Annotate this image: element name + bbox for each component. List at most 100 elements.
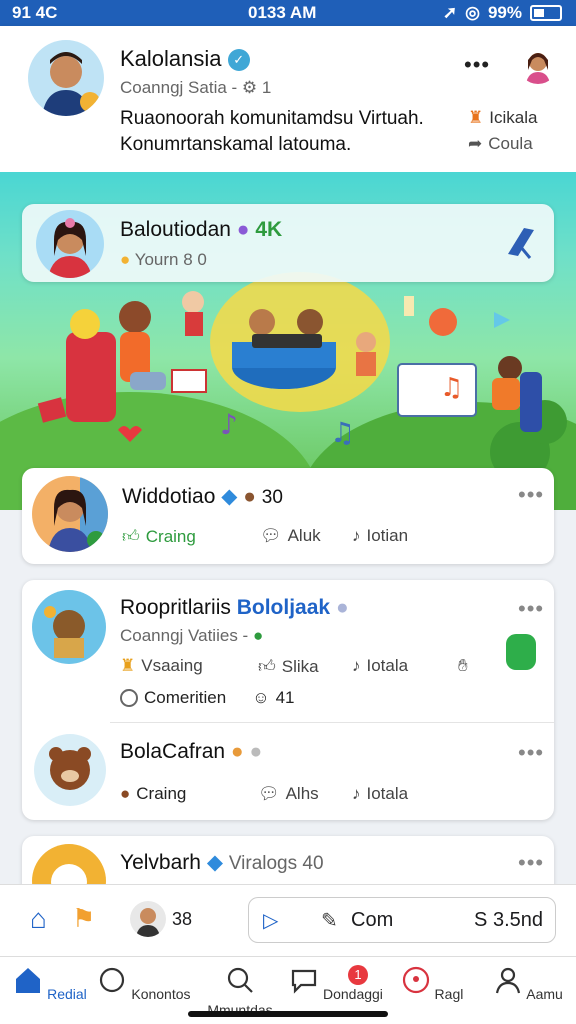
share-icon: ➦ <box>468 134 483 153</box>
post-1-more-icon[interactable]: ••• <box>518 482 544 508</box>
avatar-icon: ● <box>120 784 131 803</box>
location-icon: ➚ <box>442 3 458 22</box>
post-1-title: Widdotiao ◆ ● 30 <box>122 485 283 508</box>
megaphone-icon[interactable] <box>506 224 538 260</box>
user-avatar-small[interactable] <box>518 44 558 84</box>
mic-icon[interactable] <box>506 634 536 670</box>
trophy-icon: ♜ <box>120 656 136 675</box>
leaf-icon: ● <box>252 626 264 645</box>
contacts-icon <box>100 967 125 993</box>
smile-icon: ● <box>120 250 131 269</box>
status-bar: 91 4C 0133 AM ➚ ◎ 99% <box>0 0 576 26</box>
post-2-react-button[interactable]: ✋︎ <box>458 656 468 676</box>
tab-notifications[interactable]: Dondaggi 1 <box>288 965 384 1002</box>
thumbs-up-icon: 👍︎ <box>258 657 276 676</box>
verified-icon: ✓ <box>227 49 250 72</box>
wifi-icon: ◎ <box>465 3 480 22</box>
trophy-icon: ♜ <box>468 108 484 127</box>
play-icon: ▷ <box>263 910 279 932</box>
post-3-music-button[interactable]: ♪ Iotala <box>352 784 408 804</box>
post-1-like-button[interactable]: 👍︎ Craing <box>122 526 196 547</box>
side-action-2[interactable]: ➦ Coula <box>468 134 533 154</box>
featured-card[interactable]: Baloutiodan ● 4K ● Yourn 8 0 <box>22 204 554 282</box>
flag-icon[interactable]: ⚑ <box>72 903 95 934</box>
chat-bubble-icon <box>291 969 317 994</box>
tab-home[interactable]: Redial <box>2 965 98 1002</box>
post-4-title: Yelvbarh ◆ Viralogs 40 <box>120 851 324 874</box>
post-3-avatar[interactable] <box>34 734 106 806</box>
messenger-icon: ◆ <box>221 485 238 508</box>
featured-avatar[interactable] <box>36 210 104 278</box>
comment-icon: 💬︎ <box>260 526 282 545</box>
status-left: 91 4C <box>12 3 58 22</box>
svg-text:♫: ♫ <box>330 416 355 449</box>
svg-text:♫: ♫ <box>440 373 463 403</box>
more-options-icon[interactable]: ••• <box>464 52 490 78</box>
post-1-comment-button[interactable]: 💬︎ Aluk <box>260 526 321 546</box>
composer-avatar[interactable] <box>130 901 166 937</box>
compose-input[interactable]: ▷ ✎ Com S 3.5nd <box>248 897 556 943</box>
composer-count: 38 <box>172 909 193 929</box>
gear-icon: ⚙ <box>241 78 258 97</box>
battery-percent: 99% <box>487 3 522 22</box>
featured-count: 4K <box>255 218 283 241</box>
post-2-avatar[interactable] <box>32 590 106 664</box>
post-card-2[interactable]: Roopritlariis Bololjaak ● Coanngj Vatiie… <box>22 580 554 820</box>
featured-name: Baloutiodan ● 4K <box>120 218 283 241</box>
compose-label: Com <box>351 909 394 931</box>
info-icon: ● <box>335 596 349 619</box>
emoji-icon: ☺ <box>252 688 270 707</box>
tab-contacts[interactable]: Konontos <box>96 965 192 1002</box>
emoji-face-icon: ● <box>230 740 244 763</box>
home-icon <box>16 968 41 993</box>
tab-account[interactable]: Aamu <box>480 965 576 1002</box>
home-indicator <box>188 1011 388 1017</box>
pen-icon: ✎ <box>321 910 338 932</box>
info-icon: ● <box>249 740 263 763</box>
post-1-user-icon: ● <box>243 485 256 508</box>
status-right: ➚ ◎ 99% <box>443 3 562 23</box>
post-3-comment-button[interactable]: 💬︎ Alhs <box>258 784 319 804</box>
post-1-music-button[interactable]: ♪ Iotian <box>352 526 408 546</box>
search-icon <box>227 967 253 993</box>
profile-bio-2: Konumrtanskamal latouma. <box>120 134 352 155</box>
face-icon <box>402 966 429 994</box>
profile-name: Kalolansia ✓ <box>120 46 250 72</box>
post-2-music-button[interactable]: ♪ Iotala <box>352 656 408 676</box>
radio-icon <box>120 689 138 707</box>
post-2-title: Roopritlariis Bololjaak ● <box>120 596 349 619</box>
home-icon[interactable]: ⌂ <box>30 903 47 935</box>
music-note-icon: ♪ <box>352 526 361 545</box>
verified-icon: ◆ <box>206 851 223 874</box>
profile-header: Kalolansia ✓ Coanngj Satia - ⚙ 1 Ruaonoo… <box>0 26 576 172</box>
notification-badge: 1 <box>348 965 368 985</box>
music-note-icon: ♪ <box>352 784 361 803</box>
battery-icon <box>530 5 562 21</box>
side-action-1[interactable]: ♜ Icikala <box>468 108 537 128</box>
post-3-like-button[interactable]: ● Craing <box>120 784 186 804</box>
music-note-icon: ♪ <box>352 656 361 675</box>
post-2-comments[interactable]: Comeritien ☺ 41 <box>120 688 294 708</box>
bottom-tab-bar: Redial Konontos Mmuntdas Dondaggi 1 Ragl… <box>0 956 576 1024</box>
purple-bubble-icon: ● <box>236 218 250 241</box>
user-icon <box>496 967 521 994</box>
post-2-save-button[interactable]: ♜ Vsaaing <box>120 656 203 676</box>
profile-avatar[interactable] <box>28 40 104 116</box>
post-4-more-icon[interactable]: ••• <box>518 850 544 876</box>
post-2-like-button[interactable]: 👍︎ Slika <box>258 656 319 677</box>
post-3-more-icon[interactable]: ••• <box>518 740 544 766</box>
thumbs-up-icon: 👍︎ <box>122 527 140 546</box>
post-1-avatar[interactable] <box>32 476 108 552</box>
post-2-meta: Coanngj Vatiies - ● <box>120 626 264 645</box>
comment-icon: 💬︎ <box>258 784 280 803</box>
post-2-more-icon[interactable]: ••• <box>518 596 544 622</box>
composer-bar: ⌂ ⚑ 38 ▷ ✎ Com S 3.5nd <box>0 884 576 956</box>
profile-meta: Coanngj Satia - ⚙ 1 <box>120 78 272 97</box>
post-card-1[interactable]: Widdotiao ◆ ● 30 ••• 👍︎ Craing 💬︎ Aluk ♪ Io… <box>22 468 554 564</box>
status-time: 0133 AM <box>248 3 317 22</box>
tab-profile[interactable]: Ragl <box>384 965 480 1002</box>
hand-icon: ✋︎ <box>458 656 468 675</box>
featured-sub: ● Yourn 8 0 <box>120 250 207 269</box>
profile-bio-1: Ruaonoorah komunitamdsu Virtuah. <box>120 108 424 129</box>
post-divider <box>110 722 554 723</box>
